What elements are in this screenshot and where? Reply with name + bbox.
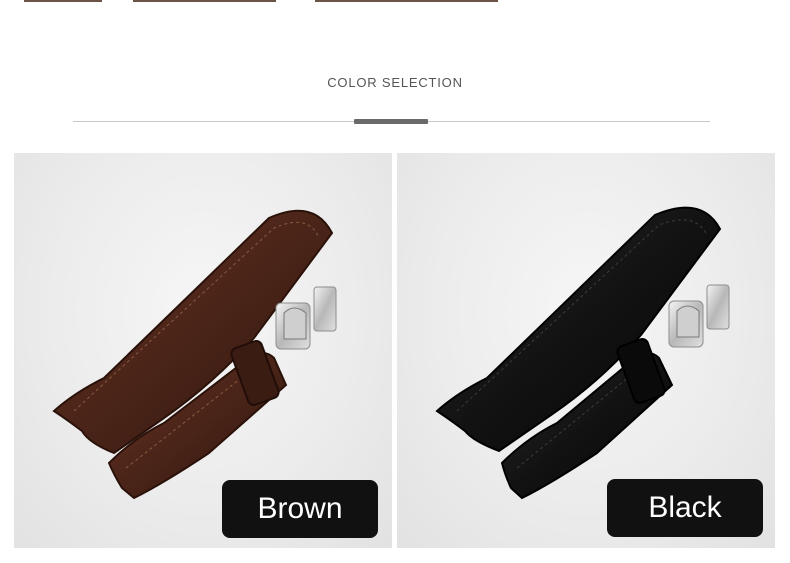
section-title: COLOR SELECTION <box>327 75 463 90</box>
brown-option-label[interactable]: Brown <box>222 480 378 538</box>
butterfly-buckle <box>668 284 730 348</box>
divider-accent <box>354 119 428 124</box>
top-edge-strip <box>0 0 790 3</box>
black-option-label[interactable]: Black <box>607 479 763 537</box>
